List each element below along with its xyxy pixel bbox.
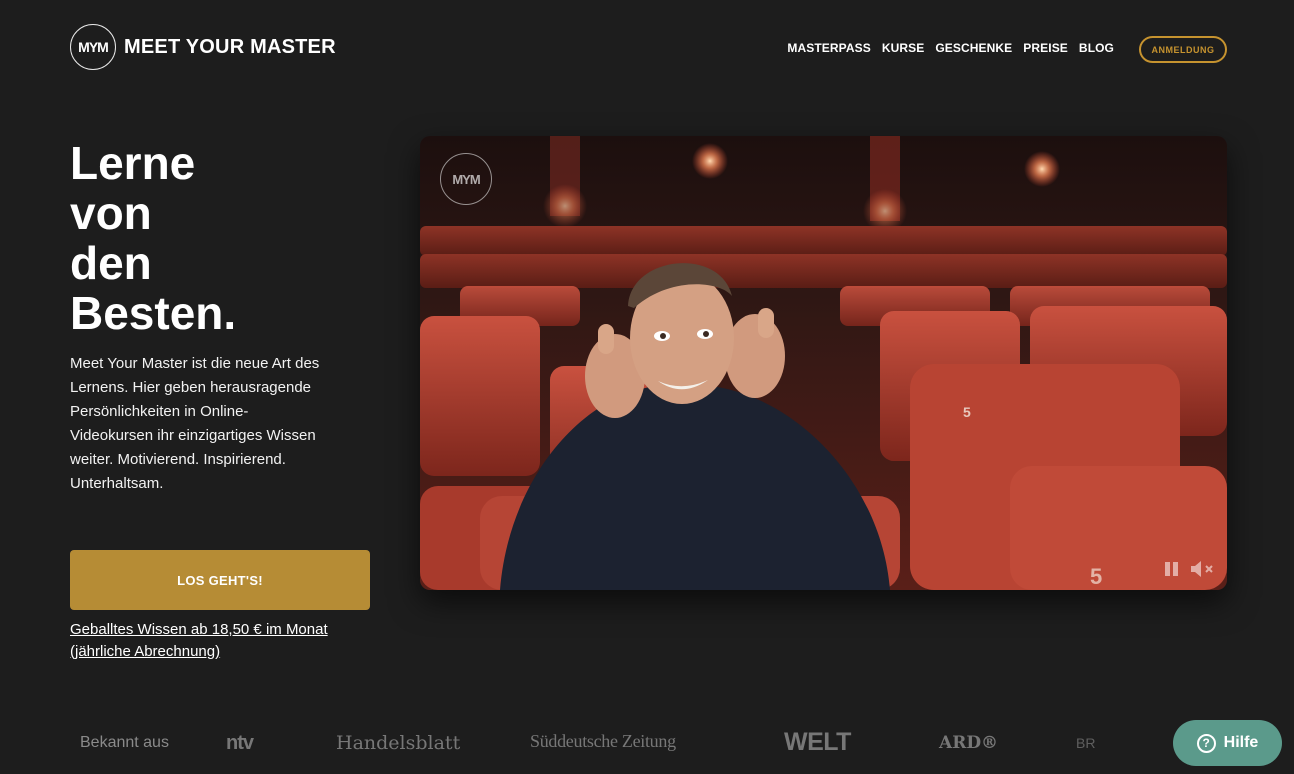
page: MYM MEET YOUR MASTER MASTERPASS KURSE GE…: [0, 0, 1294, 774]
help-button[interactable]: ? Hilfe: [1173, 720, 1282, 766]
pricing-link[interactable]: Geballtes Wissen ab 18,50 € im Monat (jä…: [70, 619, 370, 663]
brand-logo[interactable]: MYM MEET YOUR MASTER: [70, 24, 336, 70]
get-started-button[interactable]: LOS GEHT'S!: [70, 550, 370, 610]
nav-item-geschenke[interactable]: GESCHENKE: [935, 41, 1012, 55]
seat-number: 5: [1090, 564, 1103, 589]
seat-number: 5: [963, 404, 971, 420]
hero-video[interactable]: MYM 5 5: [420, 136, 1227, 590]
nav-item-preise[interactable]: PREISE: [1023, 41, 1068, 55]
press-logo-welt: WELT: [784, 728, 851, 756]
video-controls: [1163, 560, 1217, 578]
brand-name: MEET YOUR MASTER: [124, 35, 336, 58]
nav-item-kurse[interactable]: KURSE: [882, 41, 925, 55]
hero-title-line: Lerne: [70, 137, 196, 189]
video-frame-illustration: [420, 136, 1227, 590]
help-icon: ?: [1196, 733, 1216, 753]
nav-item-blog[interactable]: BLOG: [1079, 41, 1114, 55]
press-logo-br: BR: [1076, 735, 1096, 751]
pause-icon[interactable]: [1163, 560, 1181, 578]
mute-icon[interactable]: [1189, 560, 1217, 578]
video-watermark: MYM: [440, 153, 492, 205]
press-label: Bekannt aus: [80, 734, 169, 751]
hero-title-line: von: [70, 187, 152, 239]
press-bar: Bekannt aus ntv Handelsblatt Süddeutsche…: [0, 712, 1294, 774]
main-nav: MASTERPASS KURSE GESCHENKE PREISE BLOG: [787, 41, 1114, 55]
hero-title-line: Besten.: [70, 287, 237, 339]
press-logo-handelsblatt: Handelsblatt: [336, 732, 461, 754]
press-logo-ard: ARD®: [939, 733, 999, 753]
press-logo-ntv: ntv: [226, 732, 254, 754]
press-logo-sueddeutsche: Süddeutsche Zeitung: [530, 731, 676, 751]
nav-item-masterpass[interactable]: MASTERPASS: [787, 41, 870, 55]
hero-title-line: den: [70, 237, 152, 289]
login-button[interactable]: ANMELDUNG: [1139, 36, 1227, 63]
brand-mark: MYM: [70, 24, 116, 70]
help-label: Hilfe: [1223, 734, 1259, 751]
hero-description: Meet Your Master ist die neue Art des Le…: [70, 355, 320, 492]
hero-title: Lerne von den Besten.: [70, 138, 330, 338]
